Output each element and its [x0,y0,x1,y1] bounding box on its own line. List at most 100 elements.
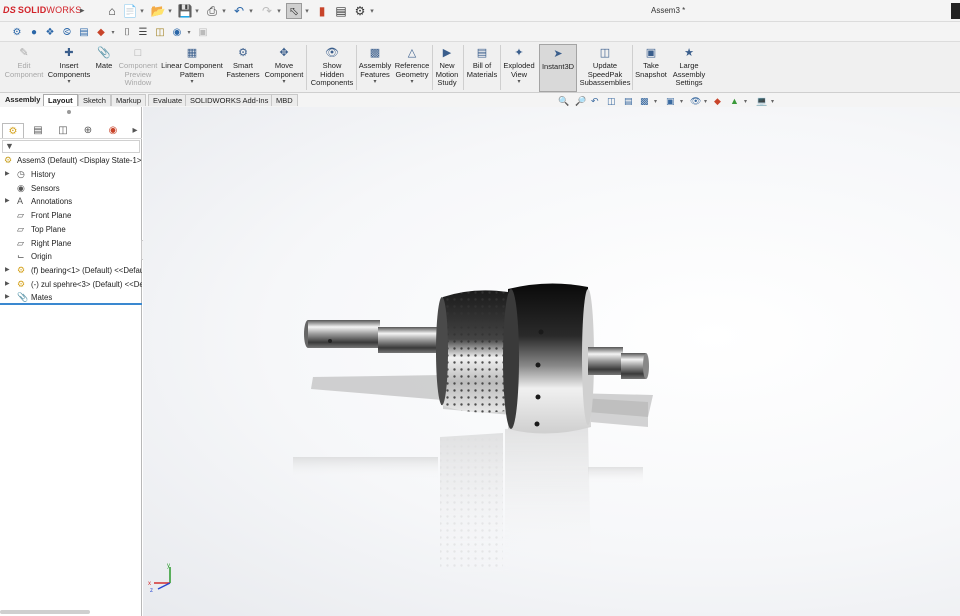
insert-components-dropdown-icon[interactable]: ▾ [67,79,70,86]
smart-fasteners-icon: ⚙ [238,47,248,59]
insert-components-button[interactable]: ✚ Insert Components ▾ [46,44,92,92]
document-title: Assem3 * [651,6,686,15]
new-dropdown-icon[interactable]: ▾ [138,3,146,19]
select-icon[interactable]: ⬁ [286,3,302,19]
mate-tool-icon[interactable]: ❖ [43,25,57,39]
new-document-icon[interactable]: 📄 [122,3,138,19]
bill-of-materials-button[interactable]: ▤ Bill of Materials [465,44,499,92]
component-preview-window-button[interactable]: □ Component Preview Window [117,44,159,92]
linear-pattern-icon: ▦ [186,47,198,59]
view-tool-dropdown-icon[interactable]: ▾ [186,25,192,39]
reference-geometry-button[interactable]: △ Reference Geometry ▾ [393,44,431,92]
large-assembly-settings-button[interactable]: ★ Large Assembly Settings [670,44,708,92]
tab-mbd[interactable]: MBD [271,94,298,106]
update-speedpak-button[interactable]: ◫ Update SpeedPak Subassemblies [580,44,631,92]
tree-item-history[interactable]: ▶ ◷ History [0,168,142,181]
history-icon: ◷ [17,169,25,179]
exploded-view-dropdown-icon[interactable]: ▾ [517,79,520,86]
tab-evaluate[interactable]: Evaluate [148,94,188,106]
expand-arrow-icon[interactable]: ▶ [5,264,10,277]
open-dropdown-icon[interactable]: ▾ [166,3,174,19]
smart-fasteners-button[interactable]: ⚙ Smart Fasteners [225,44,261,92]
tab-layout[interactable]: Layout [43,94,78,106]
save-dropdown-icon[interactable]: ▾ [193,3,201,19]
redo-icon[interactable]: ↷ [259,3,275,19]
undo-dropdown-icon[interactable]: ▾ [247,3,255,19]
exploded-view-button[interactable]: ✦ Exploded View ▾ [502,44,536,92]
tab-sketch[interactable]: Sketch [78,94,111,106]
mate-button[interactable]: 📎 Mate [93,44,115,92]
tree-item-zul-spehre[interactable]: ▶ ⚙ (-) zul spehre<3> (Default) <<Defaul… [0,278,142,291]
dimxpert-tab-icon[interactable]: ⊕ [77,123,99,138]
move-component-button[interactable]: ✥ Move Component ▾ [263,44,305,92]
appearance-tool-icon[interactable]: ◆ [94,25,108,39]
file-properties-icon[interactable]: ▤ [333,3,349,19]
tree-item-sensors[interactable]: ◉ Sensors [0,182,142,195]
linear-component-pattern-button[interactable]: ▦ Linear Component Pattern ▾ [161,44,223,92]
disabled-tool-icon[interactable]: ▣ [196,25,210,39]
open-icon[interactable]: 📂 [150,3,166,19]
assembly-features-button[interactable]: ▩ Assembly Features ▾ [358,44,392,92]
horizontal-scrollbar[interactable] [0,610,90,614]
take-snapshot-button[interactable]: ▣ Take Snapshot [634,44,668,92]
tree-item-bearing[interactable]: ▶ ⚙ (f) bearing<1> (Default) <<Default> [0,264,142,277]
assembly-model[interactable] [143,107,960,616]
tab-assembly[interactable]: Assembly [1,94,44,106]
list-tool-icon[interactable]: ▤ [77,25,91,39]
view-tool-icon[interactable]: ◉ [170,25,184,39]
new-motion-study-button[interactable]: ▶ New Motion Study [433,44,461,92]
pane-grip[interactable] [67,110,71,114]
window-control-icon[interactable] [951,3,960,19]
exploded-view-icon: ✦ [514,47,524,59]
sphere-icon[interactable]: ● [27,25,41,39]
fastener-tool-icon[interactable]: ⌷ [120,25,134,39]
appearance-dropdown-icon[interactable]: ▾ [110,25,116,39]
feature-tree-tab-icon[interactable]: ⚙ [2,123,24,138]
ribbon-separator [306,45,307,90]
save-icon[interactable]: 💾 [177,3,193,19]
plane-icon: ▱ [17,210,24,220]
expand-arrow-icon[interactable]: ▶ [5,168,10,181]
tree-item-origin[interactable]: ⌙ Origin [0,250,142,263]
graphics-area[interactable] [143,107,960,616]
configuration-manager-tab-icon[interactable]: ◫ [52,123,74,138]
tree-filter[interactable]: ▼ [2,140,140,153]
tree-root-assembly[interactable]: ⚙ Assem3 (Default) <Display State-1> [0,154,142,167]
tab-markup[interactable]: Markup [111,94,147,106]
select-dropdown-icon[interactable]: ▾ [303,3,311,19]
options-dropdown-icon[interactable]: ▾ [368,3,376,19]
expand-arrow-icon[interactable]: ▶ [5,278,10,291]
rebuild-icon[interactable]: ▮ [314,3,330,19]
reference-geometry-dropdown-icon[interactable]: ▾ [410,79,413,86]
tree-item-top-plane[interactable]: ▱ Top Plane [0,223,142,236]
part-icon: ⚙ [17,279,26,289]
tree-item-front-plane[interactable]: ▱ Front Plane [0,209,142,222]
linear-pattern-dropdown-icon[interactable]: ▾ [190,79,193,86]
undo-icon[interactable]: ↶ [231,3,247,19]
interference-tool-icon[interactable]: ◫ [153,25,167,39]
redo-dropdown-icon[interactable]: ▾ [275,3,283,19]
assembly-features-dropdown-icon[interactable]: ▾ [373,79,376,86]
tree-item-right-plane[interactable]: ▱ Right Plane [0,237,142,250]
coordinate-triad: y x z [148,563,171,594]
print-icon[interactable]: ⎙ [204,3,220,19]
move-component-dropdown-icon[interactable]: ▾ [282,79,285,86]
edit-component-button[interactable]: ✎ Edit Component [3,44,45,92]
tab-solidworks-addins[interactable]: SOLIDWORKS Add-Ins [185,94,274,106]
instant3d-button[interactable]: ➤ Instant3D [539,44,577,92]
edit-component-icon: ✎ [19,47,29,59]
ribbon-separator [632,45,633,90]
menu-expand-icon[interactable]: ▸ [80,5,85,16]
measure-tool-icon[interactable]: ☰ [136,25,150,39]
tree-item-annotations[interactable]: ▶ A Annotations [0,195,142,208]
options-icon[interactable]: ⚙ [352,3,368,19]
assembly-component-icon[interactable]: ⚙ [10,25,24,39]
print-dropdown-icon[interactable]: ▾ [220,3,228,19]
show-hidden-components-button[interactable]: 👁 Show Hidden Components [309,44,355,92]
home-icon[interactable]: ⌂ [104,3,120,19]
display-manager-tab-icon[interactable]: ◉ [102,123,124,138]
expand-arrow-icon[interactable]: ▶ [5,195,10,208]
property-manager-tab-icon[interactable]: ▤ [27,123,49,138]
solidworks-logo[interactable]: DS SOLIDWORKS [3,5,81,15]
link-tool-icon[interactable]: ⧀ [60,25,74,39]
